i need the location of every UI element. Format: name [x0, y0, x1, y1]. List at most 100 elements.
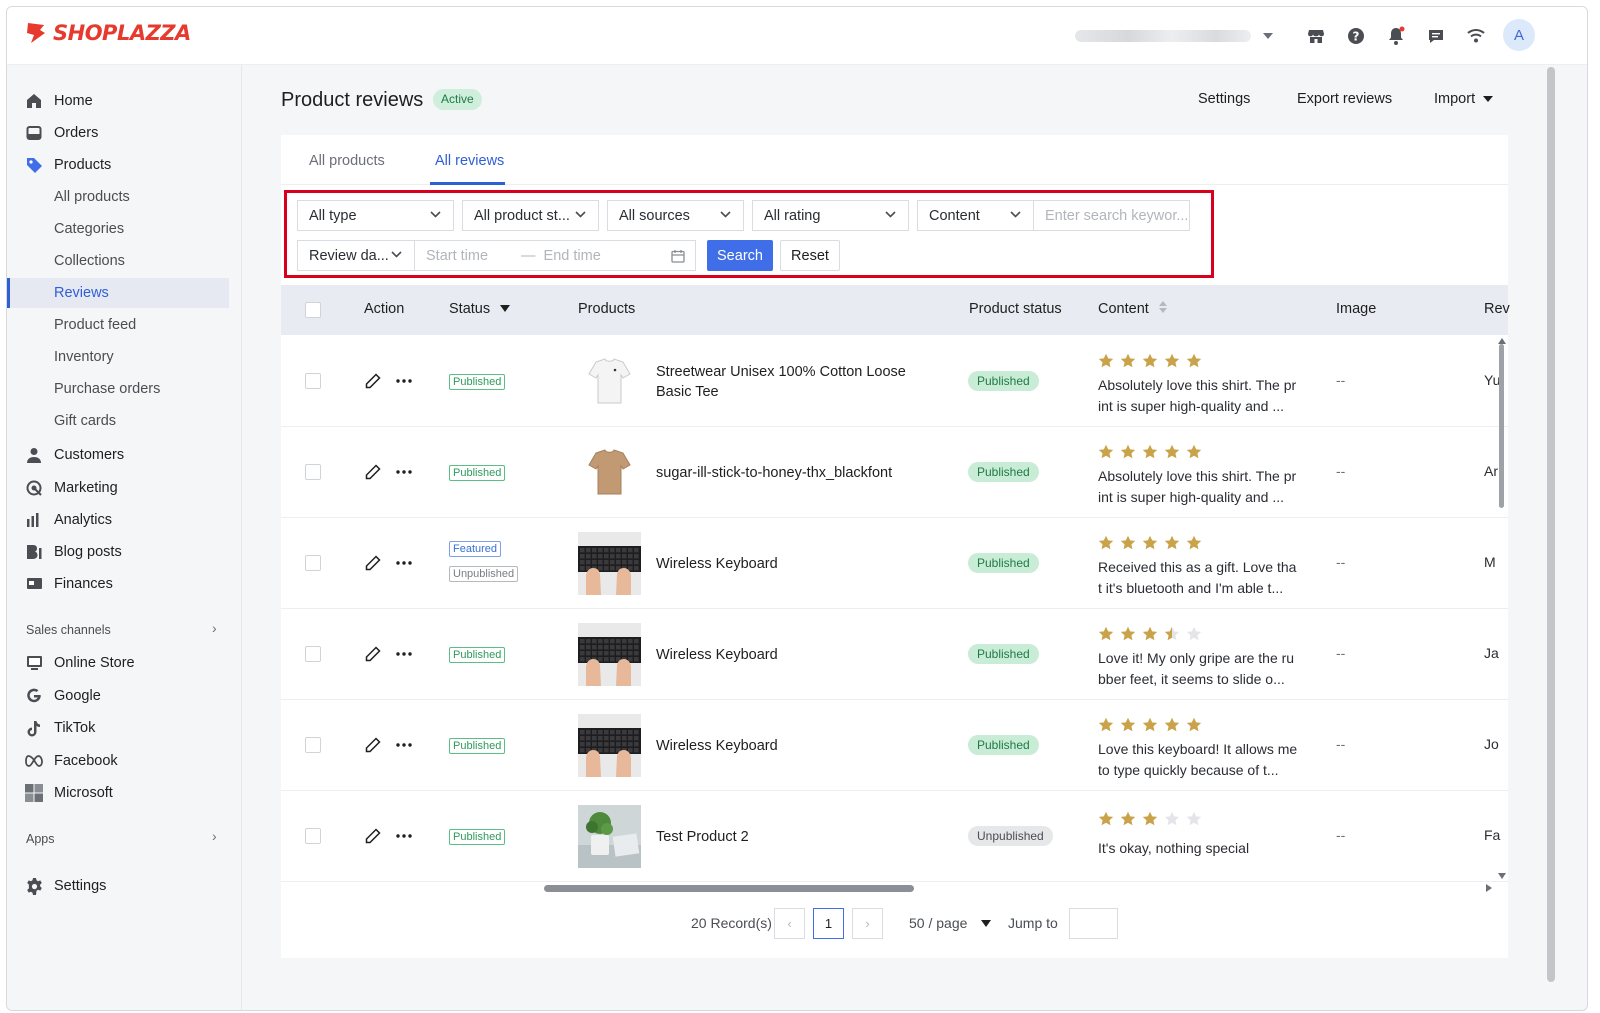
- import-dropdown[interactable]: Import: [1434, 91, 1494, 107]
- column-header-status[interactable]: Status: [449, 301, 511, 317]
- product-name[interactable]: Wireless Keyboard: [656, 645, 931, 665]
- sidebar-item-analytics[interactable]: Analytics: [21, 505, 229, 535]
- date-range-picker[interactable]: Start time — End time: [414, 240, 696, 271]
- type-select[interactable]: All type: [297, 200, 454, 231]
- search-button[interactable]: Search: [707, 240, 773, 271]
- message-icon[interactable]: [1423, 23, 1449, 49]
- more-actions-icon[interactable]: [396, 561, 412, 565]
- sidebar-subitem-collections[interactable]: Collections: [7, 246, 229, 276]
- sidebar-item-settings[interactable]: Settings: [21, 871, 229, 901]
- end-time-input[interactable]: End time: [544, 248, 601, 264]
- table-row[interactable]: Published Test Product 2 Unpublished It's o…: [281, 791, 1508, 882]
- product-name[interactable]: Wireless Keyboard: [656, 736, 931, 756]
- sidebar-item-orders[interactable]: Orders: [21, 118, 229, 148]
- search-field-select[interactable]: Content: [917, 200, 1034, 231]
- jump-to-input[interactable]: [1069, 908, 1118, 939]
- product-thumbnail[interactable]: [578, 714, 641, 777]
- rating-select[interactable]: All rating: [752, 200, 909, 231]
- product-name[interactable]: sugar-ill-stick-to-honey-thx_blackfont: [656, 463, 931, 483]
- table-vertical-scrollbar[interactable]: [1499, 344, 1504, 508]
- help-icon[interactable]: ?: [1343, 23, 1369, 49]
- chevron-right-icon[interactable]: ›: [212, 828, 217, 844]
- scroll-right-arrow-icon[interactable]: [1485, 883, 1493, 893]
- row-checkbox[interactable]: [305, 373, 321, 389]
- sidebar-item-marketing[interactable]: Marketing: [21, 473, 229, 503]
- table-row[interactable]: Published Wireless Keyboard Published Love …: [281, 700, 1508, 791]
- product-thumbnail[interactable]: [578, 350, 641, 413]
- table-row[interactable]: Published sugar-ill-stick-to-honey-thx_bl…: [281, 427, 1508, 518]
- sidebar-subitem-purchase-orders[interactable]: Purchase orders: [7, 374, 229, 404]
- row-checkbox[interactable]: [305, 828, 321, 844]
- page-size-select[interactable]: 50 / page: [909, 915, 992, 931]
- reviewer-name: M: [1484, 554, 1496, 570]
- shoplazza-logo[interactable]: SHOPLAZZA: [25, 21, 191, 45]
- edit-pencil-icon[interactable]: [365, 646, 381, 662]
- sidebar-item-home[interactable]: Home: [21, 86, 229, 116]
- sidebar-item-tiktok[interactable]: TikTok: [21, 713, 229, 743]
- product-status-select[interactable]: All product st...: [462, 200, 599, 231]
- product-name[interactable]: Streetwear Unisex 100% Cotton Loose Basi…: [656, 362, 931, 402]
- product-thumbnail[interactable]: [578, 623, 641, 686]
- row-checkbox[interactable]: [305, 464, 321, 480]
- table-row[interactable]: Published Streetwear Unisex 100% Cotton L…: [281, 336, 1508, 427]
- page-vertical-scrollbar[interactable]: [1547, 67, 1555, 982]
- product-thumbnail[interactable]: [578, 441, 641, 504]
- sidebar-subitem-product-feed[interactable]: Product feed: [7, 310, 229, 340]
- export-reviews-button[interactable]: Export reviews: [1297, 91, 1392, 107]
- tab-all-reviews[interactable]: All reviews: [435, 153, 504, 169]
- row-checkbox[interactable]: [305, 737, 321, 753]
- date-field-select[interactable]: Review da...: [297, 240, 415, 271]
- chevron-right-icon[interactable]: ›: [212, 620, 217, 636]
- edit-pencil-icon[interactable]: [365, 373, 381, 389]
- sidebar-item-facebook[interactable]: Facebook: [21, 746, 229, 776]
- edit-pencil-icon[interactable]: [365, 737, 381, 753]
- row-checkbox[interactable]: [305, 646, 321, 662]
- sidebar-item-google[interactable]: Google: [21, 681, 229, 711]
- store-icon[interactable]: [1303, 23, 1329, 49]
- sources-select[interactable]: All sources: [607, 200, 744, 231]
- sidebar-subitem-gift-cards[interactable]: Gift cards: [7, 406, 229, 436]
- scroll-down-arrow-icon[interactable]: [1497, 872, 1507, 880]
- horizontal-scrollbar[interactable]: [544, 885, 914, 892]
- reset-button[interactable]: Reset: [780, 240, 840, 271]
- sidebar-item-online-store[interactable]: Online Store: [21, 648, 229, 678]
- more-actions-icon[interactable]: [396, 470, 412, 474]
- user-avatar[interactable]: A: [1503, 19, 1535, 51]
- sidebar-subitem-reviews[interactable]: Reviews: [7, 278, 229, 308]
- wifi-icon[interactable]: [1463, 23, 1489, 49]
- search-input[interactable]: Enter search keywor...: [1033, 200, 1190, 231]
- sidebar-subitem-categories[interactable]: Categories: [7, 214, 229, 244]
- sidebar-subitem-all-products[interactable]: All products: [7, 182, 229, 212]
- product-name[interactable]: Test Product 2: [656, 827, 931, 847]
- product-thumbnail[interactable]: [578, 532, 641, 595]
- more-actions-icon[interactable]: [396, 652, 412, 656]
- store-switcher[interactable]: [1075, 26, 1275, 46]
- table-row[interactable]: Published Wireless Keyboard Published Love …: [281, 609, 1508, 700]
- sidebar-item-products[interactable]: Products: [21, 150, 229, 180]
- sidebar-item-blog-posts[interactable]: Blog posts: [21, 537, 229, 567]
- row-checkbox[interactable]: [305, 555, 321, 571]
- sidebar-item-label: Settings: [54, 878, 107, 894]
- product-thumbnail[interactable]: [578, 805, 641, 868]
- column-header-content[interactable]: Content: [1098, 301, 1167, 317]
- page-1-button[interactable]: 1: [813, 908, 844, 939]
- edit-pencil-icon[interactable]: [365, 464, 381, 480]
- edit-pencil-icon[interactable]: [365, 828, 381, 844]
- more-actions-icon[interactable]: [396, 743, 412, 747]
- settings-link[interactable]: Settings: [1198, 91, 1250, 107]
- table-row[interactable]: Featured Unpublished Wireless Keyboard Publ…: [281, 518, 1508, 609]
- sidebar-item-finances[interactable]: Finances: [21, 569, 229, 599]
- more-actions-icon[interactable]: [396, 379, 412, 383]
- prev-page-button[interactable]: ‹: [774, 908, 805, 939]
- sidebar-item-customers[interactable]: Customers: [21, 440, 229, 470]
- bell-icon[interactable]: [1383, 23, 1409, 49]
- sidebar-subitem-inventory[interactable]: Inventory: [7, 342, 229, 372]
- start-time-input[interactable]: Start time: [426, 248, 488, 264]
- product-name[interactable]: Wireless Keyboard: [656, 554, 931, 574]
- more-actions-icon[interactable]: [396, 834, 412, 838]
- tab-all-products[interactable]: All products: [309, 153, 385, 169]
- edit-pencil-icon[interactable]: [365, 555, 381, 571]
- next-page-button[interactable]: ›: [852, 908, 883, 939]
- sidebar-item-microsoft[interactable]: Microsoft: [21, 778, 229, 808]
- select-all-checkbox[interactable]: [305, 302, 321, 318]
